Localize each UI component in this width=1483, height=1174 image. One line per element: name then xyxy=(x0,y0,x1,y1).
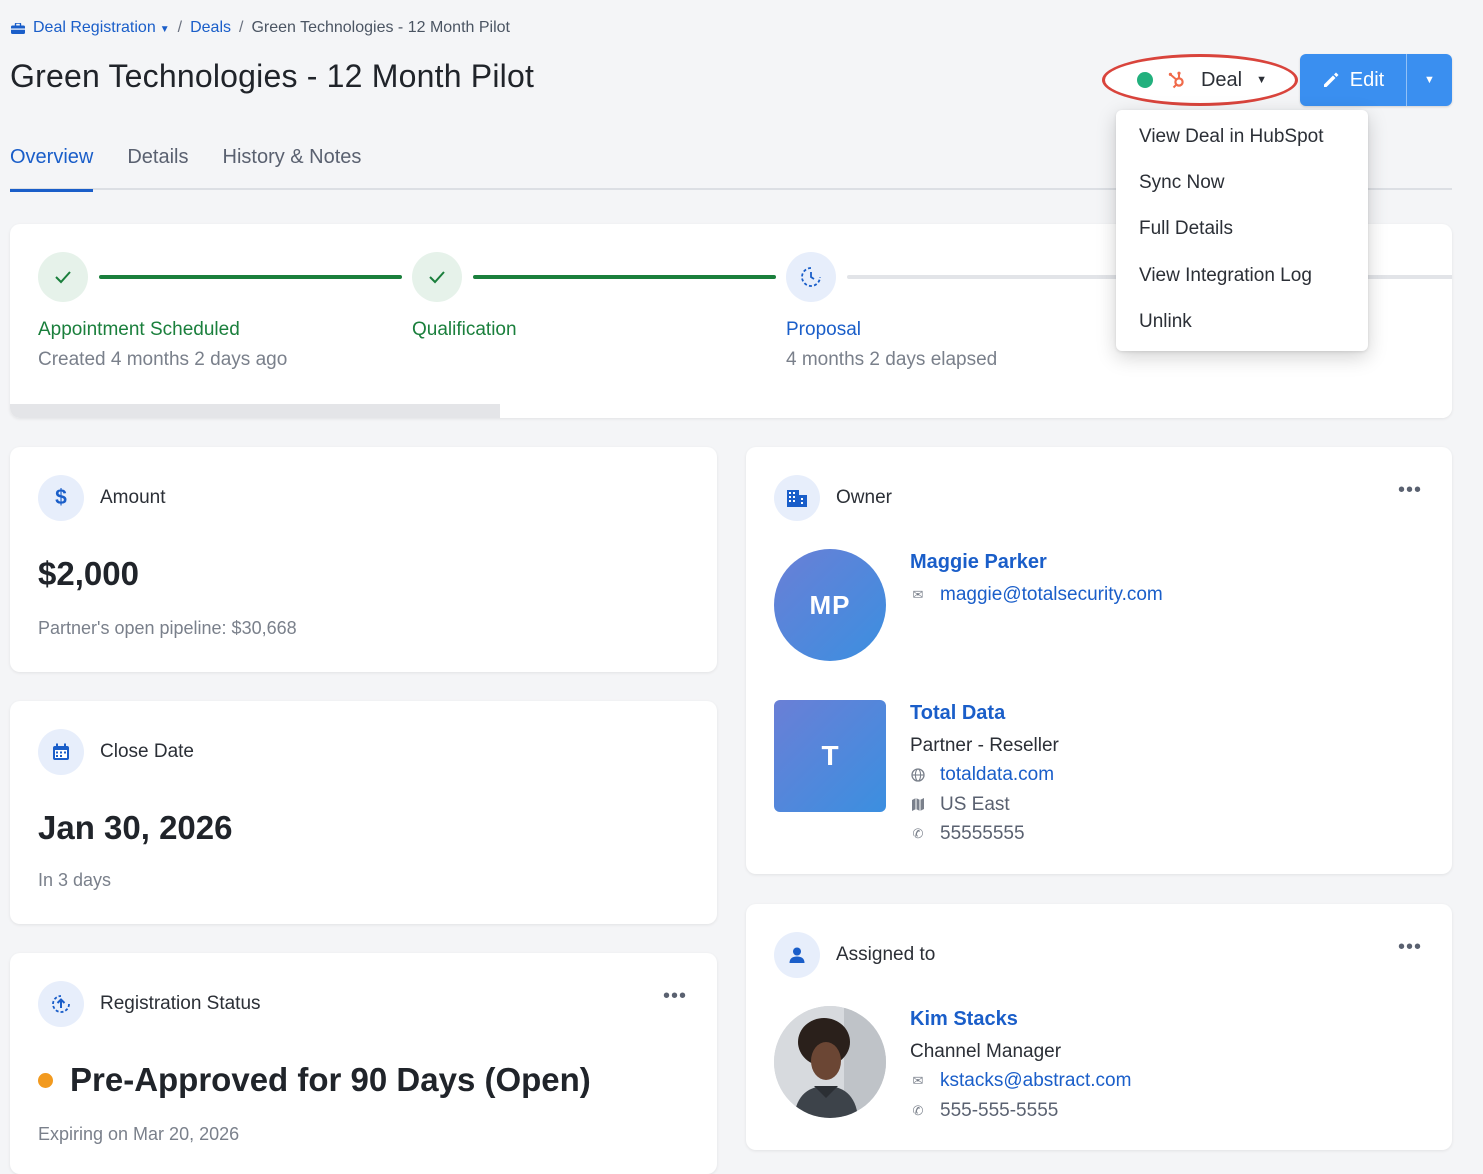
phone-icon: ✆ xyxy=(912,826,924,842)
owner-name-link[interactable]: Maggie Parker xyxy=(910,551,1163,574)
breadcrumb-current: Green Technologies - 12 Month Pilot xyxy=(251,19,510,36)
assigned-label: Assigned to xyxy=(836,944,936,965)
assignee-photo xyxy=(774,1006,886,1118)
chevron-down-icon: ▼ xyxy=(1424,74,1435,86)
registration-status-value: Pre-Approved for 90 Days (Open) xyxy=(70,1061,591,1098)
company-phone: 55555555 xyxy=(940,823,1025,845)
edit-button-group: Edit ▼ xyxy=(1300,54,1452,106)
company-phone-row: ✆ 55555555 xyxy=(910,820,1059,850)
owner-email-row: ✉ maggie@totalsecurity.com xyxy=(910,580,1163,610)
company-logo: T xyxy=(774,700,886,812)
owner-card: Owner ••• MP Maggie Parker ✉ maggie@tota… xyxy=(746,447,1452,874)
more-options-button[interactable]: ••• xyxy=(1398,480,1422,500)
menu-item-view-deal-in-hubspot[interactable]: View Deal in HubSpot xyxy=(1116,114,1368,160)
close-date-label: Close Date xyxy=(100,741,194,762)
close-date-value: Jan 30, 2026 xyxy=(38,809,233,846)
menu-item-sync-now[interactable]: Sync Now xyxy=(1116,160,1368,206)
pipeline-progress-bar xyxy=(10,404,501,418)
tab-history-notes[interactable]: History & Notes xyxy=(223,140,362,190)
envelope-icon: ✉ xyxy=(912,1073,924,1089)
registration-status-label: Registration Status xyxy=(100,993,261,1014)
assignee-phone-row: ✆ 555-555-5555 xyxy=(910,1096,1131,1126)
owner-label: Owner xyxy=(836,487,892,508)
assignee-email-link[interactable]: kstacks@abstract.com xyxy=(940,1070,1131,1092)
breadcrumb-separator: / xyxy=(239,19,244,36)
breadcrumb: Deal Registration ▼ / Deals / Green Techn… xyxy=(11,19,510,37)
company-region-row: US East xyxy=(910,790,1059,820)
menu-item-unlink[interactable]: Unlink xyxy=(1116,299,1368,345)
owner-company-info: Total Data Partner - Reseller totaldata.… xyxy=(910,702,1059,849)
hubspot-dropdown-menu: View Deal in HubSpot Sync Now Full Detai… xyxy=(1116,110,1368,351)
owner-email-link[interactable]: maggie@totalsecurity.com xyxy=(940,584,1163,606)
page-title: Green Technologies - 12 Month Pilot xyxy=(10,58,535,94)
menu-item-full-details[interactable]: Full Details xyxy=(1116,206,1368,252)
amount-label: Amount xyxy=(100,487,166,508)
registration-status-card: Registration Status ••• Pre-Approved for… xyxy=(10,953,717,1174)
company-website-row: totaldata.com xyxy=(910,761,1059,791)
building-icon xyxy=(774,475,820,521)
dollar-icon: $ xyxy=(38,475,84,521)
briefcase-icon xyxy=(11,22,25,34)
hubspot-deal-label: Deal xyxy=(1200,68,1243,91)
chevron-down-icon: ▼ xyxy=(1256,74,1268,86)
company-website-link[interactable]: totaldata.com xyxy=(940,764,1054,786)
stage-name: Appointment Scheduled xyxy=(38,319,240,340)
stage-complete-icon xyxy=(38,252,88,302)
map-icon xyxy=(910,798,926,812)
hubspot-icon xyxy=(1168,71,1184,89)
edit-button[interactable]: Edit xyxy=(1300,54,1406,106)
stage-subtext: 4 months 2 days elapsed xyxy=(786,349,998,370)
edit-dropdown-toggle[interactable]: ▼ xyxy=(1406,54,1452,106)
chevron-down-icon: ▼ xyxy=(159,24,170,35)
menu-item-view-integration-log[interactable]: View Integration Log xyxy=(1116,253,1368,299)
stage-subtext: Created 4 months 2 days ago xyxy=(38,349,288,370)
registration-status-subtext: Expiring on Mar 20, 2026 xyxy=(38,1124,240,1144)
breadcrumb-root-link[interactable]: Deal Registration ▼ xyxy=(33,19,170,37)
edit-button-label: Edit xyxy=(1349,68,1385,91)
envelope-icon: ✉ xyxy=(912,586,924,602)
stage-connector xyxy=(99,275,402,279)
person-icon xyxy=(774,932,820,978)
amount-subtext: Partner's open pipeline: $30,668 xyxy=(38,618,297,638)
tab-overview[interactable]: Overview xyxy=(10,140,94,192)
amount-value: $2,000 xyxy=(38,555,139,592)
assignee-email-row: ✉ kstacks@abstract.com xyxy=(910,1067,1132,1097)
phone-icon: ✆ xyxy=(912,1102,924,1118)
header-actions: Deal ▼ Edit ▼ xyxy=(1102,54,1452,106)
stage-connector xyxy=(473,275,776,279)
calendar-icon xyxy=(38,729,84,775)
stage-name: Proposal xyxy=(786,319,861,340)
assignee-info: Kim Stacks Channel Manager ✉ kstacks@abs… xyxy=(910,1008,1131,1126)
hubspot-deal-button[interactable]: Deal ▼ xyxy=(1102,54,1298,106)
tab-details[interactable]: Details xyxy=(127,140,188,190)
assignee-phone: 555-555-5555 xyxy=(940,1099,1059,1121)
amount-card: $ Amount $2,000 Partner's open pipeline:… xyxy=(10,447,717,672)
company-type: Partner - Reseller xyxy=(910,734,1059,756)
close-date-card: Close Date Jan 30, 2026 In 3 days xyxy=(10,701,717,924)
stage-name: Qualification xyxy=(412,319,517,340)
clock-progress-icon xyxy=(786,252,836,302)
stage-complete-icon xyxy=(412,252,462,302)
breadcrumb-deals-link[interactable]: Deals xyxy=(190,19,231,37)
assigned-card: Assigned to ••• Kim Stacks Channel Manag… xyxy=(746,904,1452,1150)
company-type-row: Partner - Reseller xyxy=(910,731,1059,761)
assignee-title: Channel Manager xyxy=(910,1040,1062,1062)
pencil-icon xyxy=(1323,72,1339,87)
company-region: US East xyxy=(940,793,1010,815)
globe-icon xyxy=(910,768,926,782)
more-options-button[interactable]: ••• xyxy=(663,986,687,1006)
close-date-subtext: In 3 days xyxy=(38,870,112,890)
status-dot xyxy=(38,1073,53,1088)
owner-person-info: Maggie Parker ✉ maggie@totalsecurity.com xyxy=(910,551,1163,610)
more-options-button[interactable]: ••• xyxy=(1398,937,1422,957)
refresh-upload-icon xyxy=(38,981,84,1027)
avatar: MP xyxy=(774,549,886,661)
sync-status-dot xyxy=(1136,72,1153,88)
assignee-name-link[interactable]: Kim Stacks xyxy=(910,1008,1131,1031)
company-name-link[interactable]: Total Data xyxy=(910,702,1059,725)
breadcrumb-separator: / xyxy=(177,19,183,36)
assignee-title-row: Channel Manager xyxy=(910,1037,1131,1067)
